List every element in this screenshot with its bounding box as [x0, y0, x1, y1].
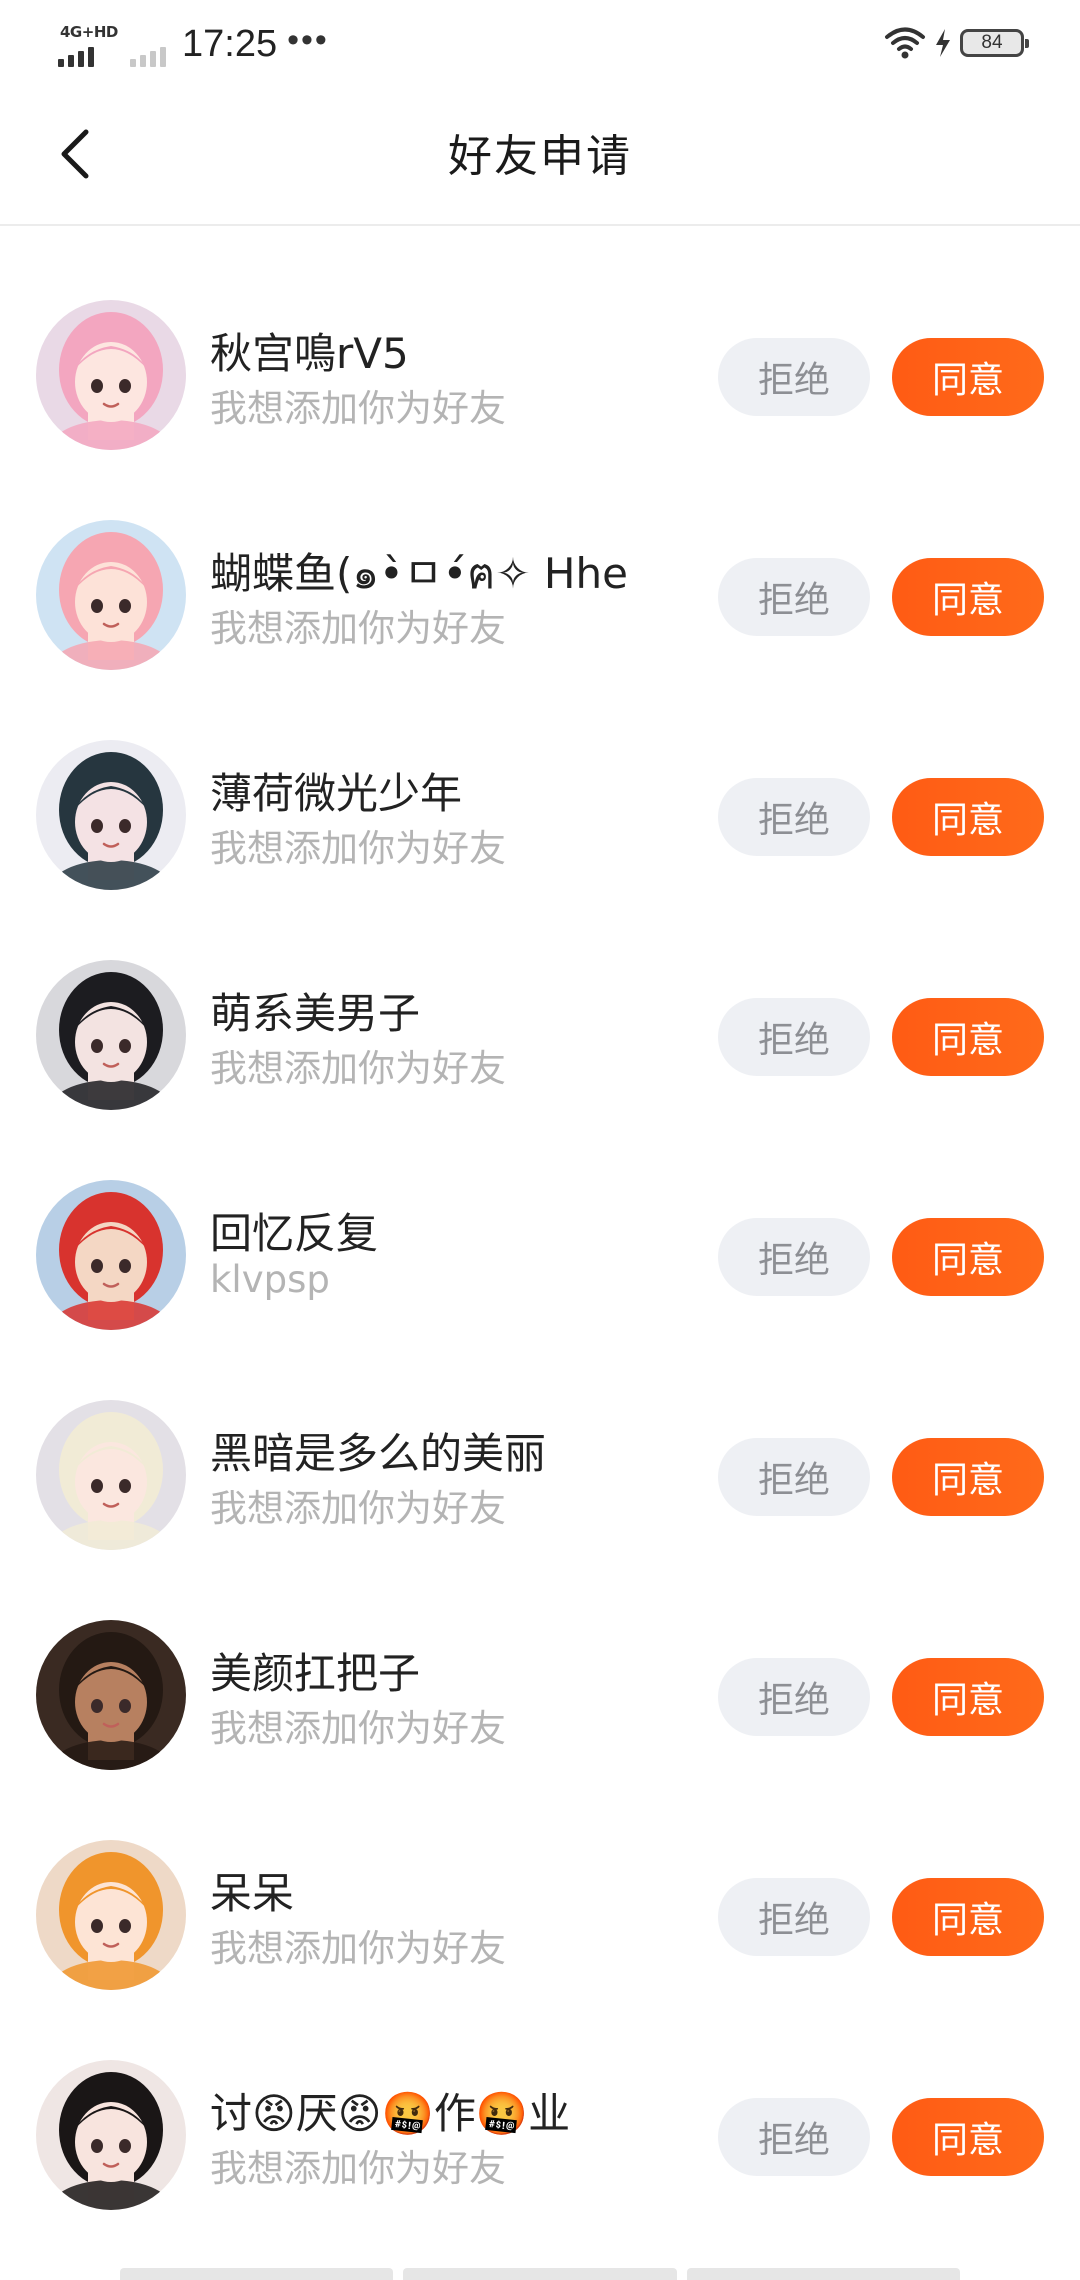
list-item: 萌系美男子 我想添加你为好友 拒绝 同意: [0, 886, 1080, 1110]
reject-button[interactable]: 拒绝: [718, 1438, 870, 1516]
anime-girl-black-hair-icon: [36, 960, 186, 1110]
list-item: 黑暗是多么的美丽 我想添加你为好友 拒绝 同意: [0, 1326, 1080, 1550]
requester-name: 蝴蝶鱼(๑•̀ㅁ•́ฅ✧ Hhe: [210, 549, 628, 598]
charging-icon: [934, 28, 952, 58]
friend-requests-screen: 4G+HD 17:25 ••• 84 好友申请 秋宫鳴rV5 我想添加你为好友 …: [0, 0, 1080, 2280]
requester-name: 美颜扛把子: [210, 1649, 421, 1698]
reject-button[interactable]: 拒绝: [718, 778, 870, 856]
request-message: 我想添加你为好友: [210, 1487, 506, 1530]
accept-button[interactable]: 同意: [892, 1438, 1044, 1516]
reject-button[interactable]: 拒绝: [718, 1218, 870, 1296]
anime-boy-red-cap-icon: [36, 1180, 186, 1330]
anime-girl-pink-hair-icon: [36, 300, 186, 450]
requester-name: 黑暗是多么的美丽: [210, 1429, 547, 1478]
accept-button[interactable]: 同意: [892, 558, 1044, 636]
reject-button[interactable]: 拒绝: [718, 338, 870, 416]
request-message: klvpsp: [210, 1258, 330, 1301]
list-item: 秋宫鳴rV5 我想添加你为好友 拒绝 同意: [0, 226, 1080, 450]
next-item-peek: [120, 2268, 960, 2280]
accept-button[interactable]: 同意: [892, 1878, 1044, 1956]
reject-button[interactable]: 拒绝: [718, 2098, 870, 2176]
list-item: 薄荷微光少年 我想添加你为好友 拒绝 同意: [0, 666, 1080, 890]
more-notifications-icon: •••: [287, 20, 329, 59]
requester-name: 萌系美男子: [210, 989, 421, 1038]
avatar[interactable]: [36, 960, 186, 1110]
request-message: 我想添加你为好友: [210, 1707, 506, 1750]
request-message: 我想添加你为好友: [210, 1047, 506, 1090]
request-message: 我想添加你为好友: [210, 1927, 506, 1970]
accept-button[interactable]: 同意: [892, 998, 1044, 1076]
accept-button[interactable]: 同意: [892, 338, 1044, 416]
network-label: 4G+HD: [60, 23, 118, 41]
requester-name: 薄荷微光少年: [210, 769, 463, 818]
request-message: 我想添加你为好友: [210, 827, 506, 870]
avatar[interactable]: [36, 740, 186, 890]
realistic-girl-portrait-icon: [36, 1620, 186, 1770]
page-title: 好友申请: [448, 131, 632, 182]
accept-button[interactable]: 同意: [892, 1658, 1044, 1736]
battery-level: 84: [981, 32, 1003, 53]
battery-icon: 84: [960, 29, 1029, 57]
list-item: 呆呆 我想添加你为好友 拒绝 同意: [0, 1766, 1080, 1990]
avatar[interactable]: [36, 1400, 186, 1550]
request-message: 我想添加你为好友: [210, 2147, 506, 2190]
status-left: 4G+HD 17:25 •••: [58, 14, 329, 74]
avatar[interactable]: [36, 1620, 186, 1770]
avatar[interactable]: [36, 1840, 186, 1990]
reject-button[interactable]: 拒绝: [718, 1878, 870, 1956]
list-item: 讨😡厌😡🤬作🤬业 我想添加你为好友 拒绝 同意: [0, 1986, 1080, 2210]
request-message: 我想添加你为好友: [210, 607, 506, 650]
status-time: 17:25: [182, 22, 278, 65]
anime-boy-dark-hair-icon: [36, 740, 186, 890]
anime-girl-cat-ears-icon: [36, 1400, 186, 1550]
requester-name: 回忆反复: [210, 1209, 379, 1258]
requester-name: 秋宫鳴rV5: [210, 329, 409, 378]
avatar[interactable]: [36, 1180, 186, 1330]
list-item: 美颜扛把子 我想添加你为好友 拒绝 同意: [0, 1546, 1080, 1770]
anime-girl-glasses-black-hair-icon: [36, 2060, 186, 2210]
wifi-icon: [884, 26, 926, 60]
reject-button[interactable]: 拒绝: [718, 998, 870, 1076]
status-bar: 4G+HD 17:25 ••• 84: [0, 0, 1080, 82]
header: 好友申请: [0, 82, 1080, 226]
reject-button[interactable]: 拒绝: [718, 1658, 870, 1736]
cellular-signal-icon: 4G+HD: [58, 19, 120, 69]
avatar[interactable]: [36, 520, 186, 670]
request-message: 我想添加你为好友: [210, 387, 506, 430]
list-item: 回忆反复 klvpsp 拒绝 同意: [0, 1106, 1080, 1330]
avatar[interactable]: [36, 300, 186, 450]
list-item: 蝴蝶鱼(๑•̀ㅁ•́ฅ✧ Hhe 我想添加你为好友 拒绝 同意: [0, 446, 1080, 670]
accept-button[interactable]: 同意: [892, 1218, 1044, 1296]
requester-name: 呆呆: [210, 1869, 295, 1918]
anime-girl-orange-hair-icon: [36, 1840, 186, 1990]
secondary-signal-icon: [130, 19, 176, 69]
anime-girl-glasses-icon: [36, 520, 186, 670]
requester-name: 讨😡厌😡🤬作🤬业: [210, 2089, 571, 2138]
status-right: 84: [884, 18, 1029, 68]
reject-button[interactable]: 拒绝: [718, 558, 870, 636]
accept-button[interactable]: 同意: [892, 778, 1044, 856]
accept-button[interactable]: 同意: [892, 2098, 1044, 2176]
avatar[interactable]: [36, 2060, 186, 2210]
